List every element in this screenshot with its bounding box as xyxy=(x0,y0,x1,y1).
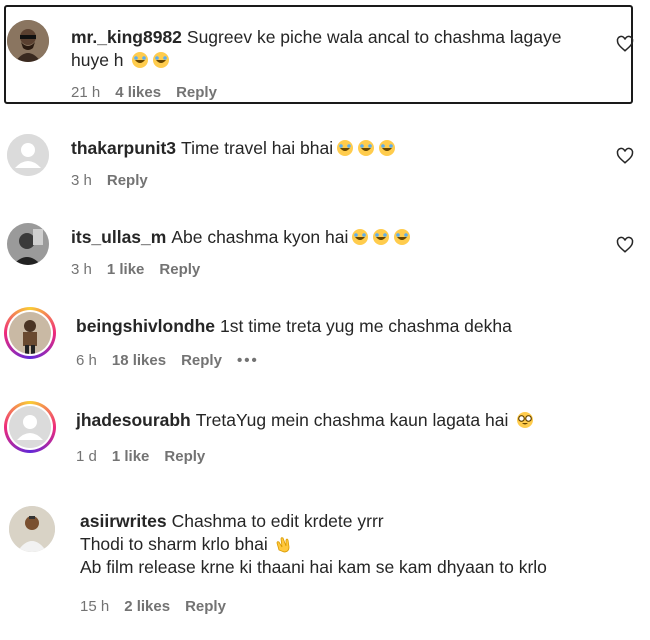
comment-meta: 1 d 1 like Reply xyxy=(76,448,220,465)
comment-text: asiirwrites Chashma to edit krdete yrrr T… xyxy=(80,510,635,579)
comment-meta: 3 h Reply xyxy=(71,172,163,189)
comment-likes[interactable]: 2 likes xyxy=(124,598,170,615)
laughing-tears-emoji xyxy=(393,228,411,246)
comment-username[interactable]: asiirwrites xyxy=(80,511,167,531)
comment-meta: 21 h 4 likes Reply xyxy=(71,84,232,101)
comment-text: thakarpunit3 Time travel hai bhai xyxy=(71,137,616,160)
avatar[interactable] xyxy=(9,406,51,448)
avatar[interactable] xyxy=(7,223,49,265)
comment-body-line: Time travel hai bhai xyxy=(181,138,334,158)
comment-body-line: Abe chashma kyon hai xyxy=(171,227,349,247)
comment-likes[interactable]: 4 likes xyxy=(115,84,161,101)
comment-time: 1 d xyxy=(76,448,97,465)
comment-username[interactable]: jhadesourabh xyxy=(76,410,191,430)
reply-button[interactable]: Reply xyxy=(185,598,226,615)
heart-icon[interactable] xyxy=(616,236,634,254)
laughing-tears-emoji xyxy=(336,139,354,157)
heart-icon[interactable] xyxy=(616,35,634,53)
comment-time: 6 h xyxy=(76,352,97,369)
comment-time: 3 h xyxy=(71,261,92,278)
comment-body-line: huye h xyxy=(71,50,124,70)
comment-username[interactable]: mr._king8982 xyxy=(71,27,182,47)
laughing-tears-emoji xyxy=(372,228,390,246)
comment-body-line: Sugreev ke piche wala ancal to chashma l… xyxy=(186,27,562,47)
comment-meta: 6 h 18 likes Reply ••• xyxy=(76,352,274,369)
comment-text: its_ullas_m Abe chashma kyon hai xyxy=(71,226,616,249)
laughing-tears-emoji xyxy=(152,51,170,69)
more-options-icon[interactable]: ••• xyxy=(237,352,259,369)
reply-button[interactable]: Reply xyxy=(176,84,217,101)
laughing-tears-emoji xyxy=(357,139,375,157)
comment-time: 15 h xyxy=(80,598,110,615)
comment-body-line: Ab film release krne ki thaani hai kam s… xyxy=(80,557,547,577)
comment-username[interactable]: thakarpunit3 xyxy=(71,138,176,158)
avatar[interactable] xyxy=(9,312,51,354)
comment-username[interactable]: its_ullas_m xyxy=(71,227,166,247)
comment-time: 3 h xyxy=(71,172,92,189)
comment-likes[interactable]: 1 like xyxy=(107,261,145,278)
comment-text: jhadesourabh TretaYug mein chashma kaun l… xyxy=(76,409,621,432)
avatar[interactable] xyxy=(7,134,49,176)
comment-likes[interactable]: 18 likes xyxy=(112,352,166,369)
reply-button[interactable]: Reply xyxy=(181,352,222,369)
heart-icon[interactable] xyxy=(616,147,634,165)
comment-body-line: TretaYug mein chashma kaun lagata hai xyxy=(195,410,509,430)
comment-body-line: Thodi to sharm krlo bhai xyxy=(80,534,268,554)
comment-body-line: 1st time treta yug me chashma dekha xyxy=(220,316,512,336)
avatar[interactable] xyxy=(7,20,49,62)
comment-meta: 15 h 2 likes Reply xyxy=(80,598,241,615)
comment-time: 21 h xyxy=(71,84,101,101)
clapping-hands-emoji xyxy=(274,535,292,553)
comment-likes[interactable]: 1 like xyxy=(112,448,150,465)
comment-text: beingshivlondhe 1st time treta yug me cha… xyxy=(76,315,621,338)
comment-meta: 3 h 1 like Reply xyxy=(71,261,215,278)
comment-body-line: Chashma to edit krdete yrrr xyxy=(171,511,384,531)
avatar[interactable] xyxy=(9,506,55,552)
reply-button[interactable]: Reply xyxy=(107,172,148,189)
laughing-tears-emoji xyxy=(378,139,396,157)
nerd-face-emoji xyxy=(516,411,534,429)
comment-text: mr._king8982 Sugreev ke piche wala ancal … xyxy=(71,26,616,72)
laughing-tears-emoji xyxy=(351,228,369,246)
laughing-tears-emoji xyxy=(131,51,149,69)
reply-button[interactable]: Reply xyxy=(159,261,200,278)
reply-button[interactable]: Reply xyxy=(164,448,205,465)
comment-username[interactable]: beingshivlondhe xyxy=(76,316,215,336)
